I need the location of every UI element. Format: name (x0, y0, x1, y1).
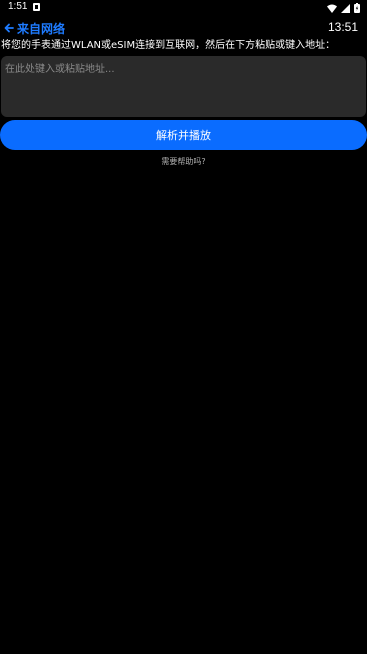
app-header: 来自网络 13:51 (0, 16, 367, 40)
status-bar: 1:51 (0, 0, 367, 16)
parse-and-play-button[interactable]: 解析并播放 (0, 120, 367, 150)
status-icons (327, 2, 360, 14)
status-time: 1:51 (8, 1, 28, 12)
battery-icon (354, 3, 360, 13)
url-input[interactable] (1, 56, 366, 117)
signal-icon (341, 3, 350, 13)
wifi-icon (327, 4, 337, 13)
help-link[interactable]: 需要帮助吗? (0, 156, 367, 167)
back-arrow-icon (4, 23, 14, 33)
notification-icon (33, 3, 40, 11)
page-title: 来自网络 (17, 21, 66, 36)
header-clock: 13:51 (327, 20, 358, 34)
back-button[interactable]: 来自网络 (4, 19, 65, 37)
instruction-text: 将您的手表通过WLAN或eSIM连接到互联网，然后在下方粘贴或键入地址： (1, 40, 336, 51)
